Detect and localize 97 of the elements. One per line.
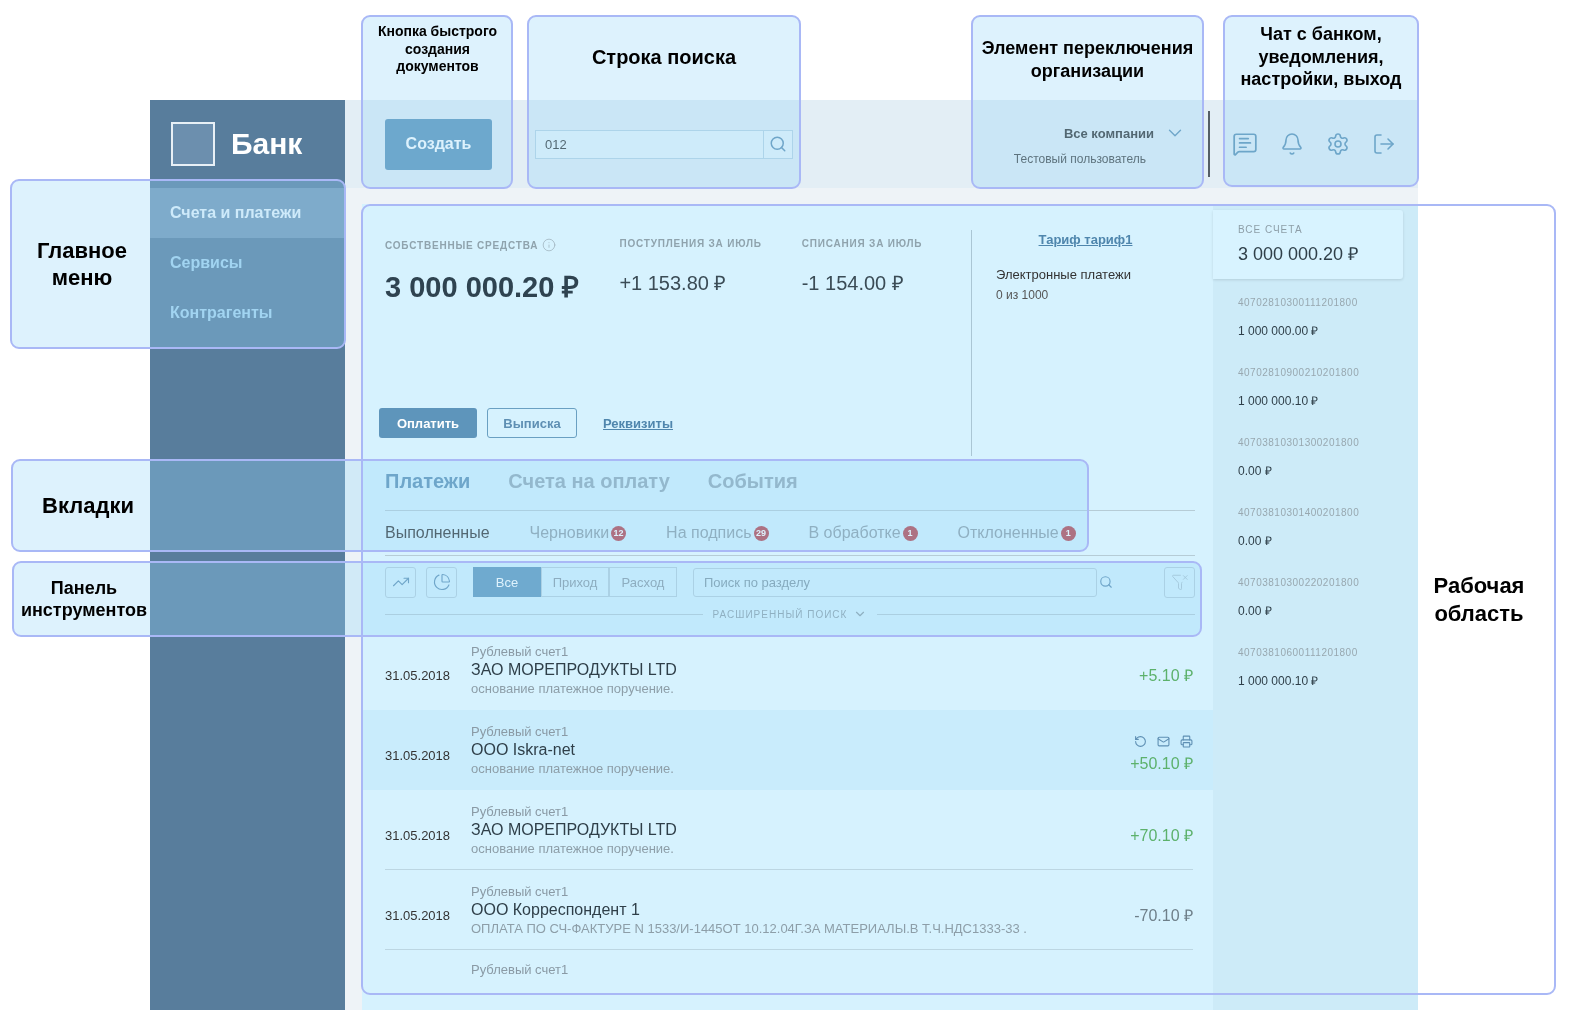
transaction-row[interactable]: 31.05.2018 Рублевый счет1 ООО Корреспондент 1 ОПЛАТА ПО СЧ-ФАКТУРЕ N 1533/И-1445ОТ 10.12.04Г.ЗА МАТЕРИАЛЫ.В Т.Ч.НДС1333-33 . -70.10 ₽ [362, 870, 1213, 950]
logout-icon[interactable] [1372, 132, 1396, 156]
transaction-date: 31.05.2018 [385, 827, 452, 843]
repeat-icon[interactable] [1134, 735, 1147, 748]
user-name: Тестовый пользователь [1013, 152, 1147, 166]
account-number[interactable]: 40702810300111201800 [1238, 297, 1418, 308]
print-icon[interactable] [1180, 735, 1193, 748]
sidebar-item[interactable]: Контрагенты [150, 288, 345, 338]
account-number[interactable]: 40702810900210201800 [1238, 367, 1418, 378]
account-balance: 0.00 ₽ [1238, 603, 1273, 619]
logo-icon [171, 122, 215, 166]
info-icon[interactable] [542, 238, 557, 252]
annotation-label: Элемент переключения организации [980, 37, 1195, 82]
transaction-date: 31.05.2018 [385, 907, 452, 923]
summary-label: СПИСАНИЯ ЗА ИЮЛЬ [801, 238, 923, 249]
account-number[interactable]: 40703810301400201800 [1238, 507, 1418, 518]
mail-icon[interactable] [1157, 735, 1170, 748]
tariff-link[interactable]: Тариф тариф1 [1038, 232, 1133, 247]
counterparty-name: ООО Iskra-net [471, 740, 577, 759]
summary-label: ПОСТУПЛЕНИЯ ЗА ИЮЛЬ [619, 238, 762, 249]
organization-selector[interactable]: Все компании [1063, 122, 1186, 144]
search-field[interactable]: 012 [535, 129, 793, 159]
account-balance: 0.00 ₽ [1238, 533, 1273, 549]
advanced-search-toggle[interactable]: РАСШИРЕННЫЙ ПОИСК [712, 607, 868, 621]
sidebar-item[interactable]: Сервисы [150, 238, 345, 288]
clear-filter-icon [1170, 573, 1189, 591]
annotation-label: Панель инструментов [19, 576, 149, 622]
subtab[interactable]: Черновики [529, 524, 610, 542]
account-number[interactable]: 40703810300220201800 [1238, 577, 1418, 588]
settings-icon[interactable] [1326, 132, 1350, 156]
tariff-name: Электронные платежи [996, 267, 1132, 282]
account-number[interactable]: 40703810600111201800 [1238, 647, 1418, 658]
details-link[interactable]: Реквизиты [603, 415, 673, 431]
balance-value: 3 000 000.20 ₽ [385, 270, 580, 305]
payment-purpose: основание платежное поручение. [471, 760, 675, 776]
annotation-label: Чат с банком, уведомления, настройки, выход [1239, 23, 1403, 91]
pay-button[interactable]: Оплатить [379, 408, 477, 438]
clear-filter-button[interactable] [1164, 566, 1195, 598]
counterparty-name: ЗАО МОРЕПРОДУКТЫ LTD [471, 820, 678, 839]
account-label: Рублевый счет1 [471, 723, 570, 739]
annotation-label: Главное меню [35, 236, 129, 292]
tab[interactable]: Платежи [385, 470, 471, 510]
bell-icon[interactable] [1280, 132, 1304, 156]
account-balance: 0.00 ₽ [1238, 463, 1273, 479]
filter-tab[interactable]: Расход [609, 567, 677, 597]
annotation-label: Вкладки [41, 491, 135, 520]
logo-text: Банк [231, 127, 303, 161]
subtab[interactable]: Отклоненные [957, 524, 1059, 542]
account-label: Рублевый счет1 [471, 803, 570, 819]
create-button[interactable]: Создать [385, 118, 492, 170]
account-label: Рублевый счет1 [471, 962, 570, 977]
chart-button[interactable] [385, 566, 416, 598]
income-value: +1 153.80 ₽ [619, 271, 728, 296]
sidebar-item[interactable]: Счета и платежи [150, 188, 345, 238]
payment-purpose: основание платежное поручение. [471, 680, 675, 696]
tariff-usage: 0 из 1000 [996, 288, 1050, 302]
transaction-amount: -70.10 ₽ [1134, 905, 1193, 926]
payment-purpose: основание платежное поручение. [471, 840, 675, 856]
transaction-amount: +50.10 ₽ [1130, 754, 1193, 774]
statement-button[interactable]: Выписка [487, 408, 577, 438]
account-balance: 1 000 000.10 ₽ [1238, 393, 1320, 409]
account-label: Рублевый счет1 [471, 883, 570, 899]
expense-value: -1 154.00 ₽ [801, 271, 905, 296]
count-badge: 12 [611, 525, 627, 541]
annotation-label: Строка поиска [590, 45, 738, 70]
pie-chart-button[interactable] [426, 566, 457, 598]
search-icon[interactable] [1099, 575, 1113, 589]
transaction-date: 31.05.2018 [385, 667, 452, 683]
count-badge: 1 [902, 525, 918, 541]
subtab[interactable]: На подпись [666, 524, 752, 542]
account-balance: 1 000 000.10 ₽ [1238, 673, 1320, 689]
counterparty-name: ЗАО МОРЕПРОДУКТЫ LTD [471, 660, 678, 679]
transaction-row[interactable]: 31.05.2018 Рублевый счет1 ООО Iskra-net основание платежное поручение. +50.10 ₽ [362, 710, 1213, 790]
chat-icon[interactable] [1232, 131, 1258, 157]
filter-tab[interactable]: Все [473, 567, 541, 597]
filter-tab[interactable]: Приход [541, 567, 609, 597]
subtab[interactable]: Выполненные [385, 524, 490, 542]
transaction-amount: +70.10 ₽ [1130, 825, 1193, 846]
section-search-field[interactable]: Поиск по разделу [693, 567, 1097, 597]
all-accounts-card[interactable]: ВСЕ СЧЕТА 3 000 000.20 ₽ [1213, 210, 1403, 279]
transaction-row[interactable]: 31.05.2018 Рублевый счет1 ЗАО МОРЕПРОДУКТЫ LTD основание платежное поручение. +5.10 ₽ [362, 630, 1213, 710]
account-label: Рублевый счет1 [471, 643, 570, 659]
annotation-label: Кнопка быстрого создания документов [376, 23, 499, 76]
subtab[interactable]: В обработке [808, 524, 901, 542]
account-balance: 1 000 000.00 ₽ [1238, 323, 1320, 339]
count-badge: 29 [753, 525, 769, 541]
annotation-label: Рабочая область [1432, 572, 1526, 627]
payment-purpose: ОПЛАТА ПО СЧ-ФАКТУРЕ N 1533/И-1445ОТ 10.12.04Г.ЗА МАТЕРИАЛЫ.В Т.Ч.НДС1333-33 . [471, 920, 1028, 936]
counterparty-name: ООО Корреспондент 1 [471, 900, 641, 919]
summary-label: СОБСТВЕННЫЕ СРЕДСТВА [385, 239, 539, 251]
account-number[interactable]: 40703810301300201800 [1238, 437, 1418, 448]
count-badge: 1 [1060, 525, 1076, 541]
transaction-date: 31.05.2018 [385, 747, 452, 763]
transaction-amount: +5.10 ₽ [1139, 665, 1193, 686]
pie-chart-icon [432, 573, 451, 591]
transaction-row[interactable]: 31.05.2018 Рублевый счет1 ЗАО МОРЕПРОДУКТЫ LTD основание платежное поручение. +70.10 ₽ [362, 790, 1213, 870]
search-icon[interactable] [769, 135, 787, 153]
